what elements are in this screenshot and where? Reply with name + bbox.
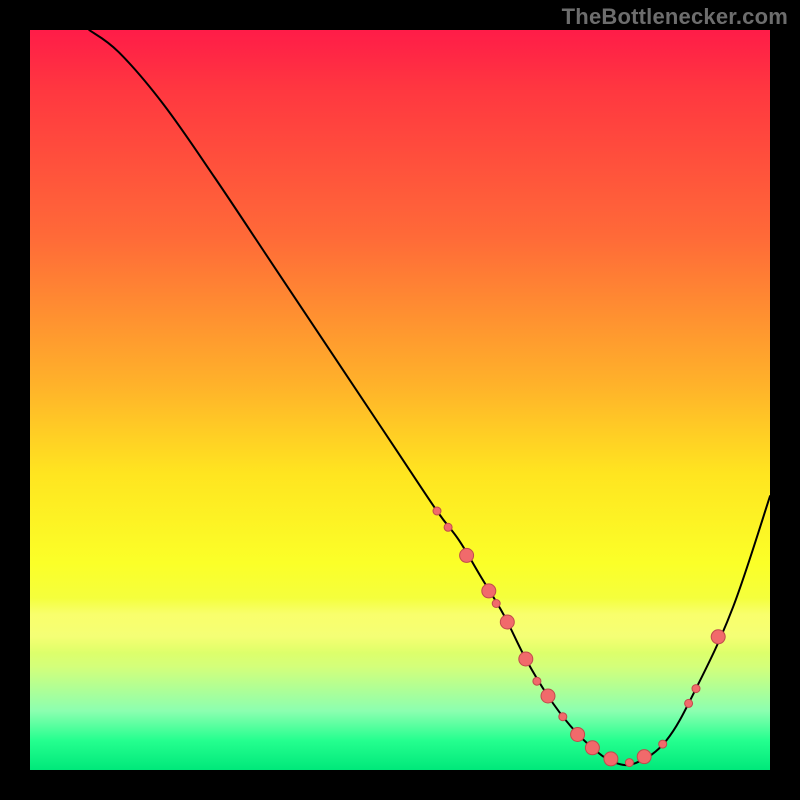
data-marker-1 bbox=[444, 523, 452, 531]
data-marker-12 bbox=[604, 752, 618, 766]
data-marker-7 bbox=[533, 677, 541, 685]
watermark-text: TheBottlenecker.com bbox=[562, 4, 788, 30]
bottleneck-curve bbox=[89, 30, 770, 765]
data-marker-17 bbox=[692, 685, 700, 693]
data-marker-2 bbox=[460, 548, 474, 562]
data-marker-6 bbox=[519, 652, 533, 666]
data-marker-5 bbox=[500, 615, 514, 629]
data-marker-8 bbox=[541, 689, 555, 703]
data-marker-16 bbox=[685, 699, 693, 707]
data-marker-0 bbox=[433, 507, 441, 515]
data-marker-3 bbox=[482, 584, 496, 598]
chart-svg bbox=[30, 30, 770, 770]
data-marker-13 bbox=[625, 759, 633, 767]
data-marker-18 bbox=[711, 630, 725, 644]
data-marker-10 bbox=[571, 727, 585, 741]
plot-area bbox=[30, 30, 770, 770]
data-marker-9 bbox=[559, 713, 567, 721]
data-marker-11 bbox=[585, 741, 599, 755]
data-marker-14 bbox=[637, 750, 651, 764]
data-marker-4 bbox=[492, 600, 500, 608]
data-marker-15 bbox=[659, 740, 667, 748]
